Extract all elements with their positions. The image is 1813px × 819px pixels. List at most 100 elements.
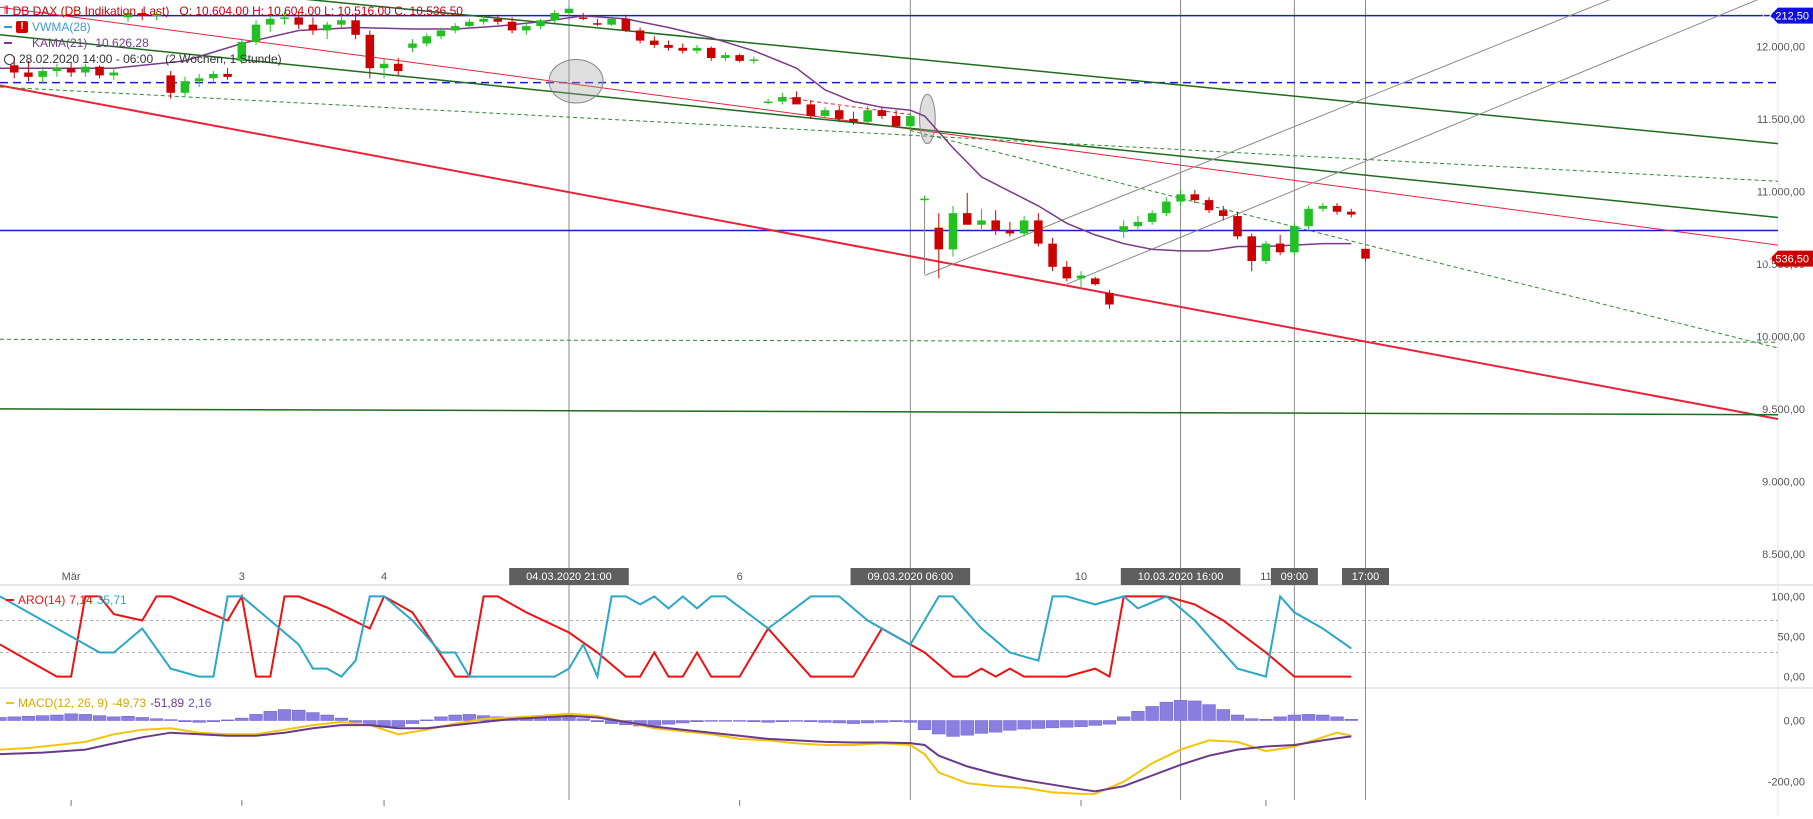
candle-body-6 [95, 66, 104, 76]
candle-body-57 [820, 110, 830, 116]
macd-hist-bar-6 [78, 714, 92, 721]
candle-body-86 [1233, 216, 1242, 237]
candle-body-36 [522, 26, 531, 31]
legend-range-label: (2 Wochen, 1 Stunde) [165, 52, 282, 66]
macd-hist-bar-67 [946, 720, 960, 737]
candle-body-39 [564, 8, 574, 14]
macd-hist-bar-13 [178, 720, 192, 722]
macd-hist-bar-24 [334, 717, 349, 721]
legend-ohlc: O: 10.604,00 H: 10.604,00 L: 10.516,00 C… [179, 4, 463, 18]
candle-body-52 [749, 59, 759, 61]
macd-hist-bar-83 [1173, 700, 1188, 721]
main-legend: ⫴ DB DAX (DB Indikation, Last) O: 10.604… [4, 3, 463, 67]
x-tick-label-3: 6 [737, 571, 743, 583]
macd-y-ticks: 0,00 -200,00 [1768, 716, 1805, 789]
candle-body-35 [507, 21, 517, 31]
candle-body-63 [906, 116, 915, 127]
candle-body-12 [180, 81, 190, 93]
candle-body-5 [81, 66, 90, 73]
macd-hist-bar-12 [164, 719, 178, 721]
candle-body-50 [721, 55, 730, 58]
macd-hist-bar-49 [690, 720, 704, 722]
trend-line-11 [782, 96, 911, 116]
candle-body-33 [479, 18, 488, 22]
macd-hist-bar-64 [903, 720, 917, 723]
macd-hist-bar-0 [0, 717, 7, 721]
marker-vertical-lines [568, 0, 1367, 800]
macd-hist-bar-76 [1074, 720, 1088, 727]
macd-hist-bar-42 [590, 720, 605, 722]
candle-body-73 [1048, 243, 1057, 267]
macd-hist-bar-75 [1060, 720, 1074, 728]
macd-hist-bar-53 [747, 720, 761, 722]
aroon-series-1 [0, 594, 1352, 681]
aroon-tick-label-2: 0,00 [1784, 672, 1805, 684]
marker-label-3: 09:00 [1281, 571, 1309, 583]
candle-body-65 [934, 227, 944, 250]
macd-hist-bar-90 [1273, 716, 1287, 721]
candle-body-7 [109, 72, 119, 76]
macd-hist-bar-20 [277, 709, 292, 721]
candle-body-1 [24, 72, 33, 77]
chart-root: 12.000,0011.500,0011.000,0010.500,0010.0… [0, 0, 1813, 816]
candle-body-44 [635, 30, 645, 41]
macd-swatch [6, 702, 14, 704]
price-tick-label-6: 9.000,00 [1762, 476, 1805, 488]
macd-hist-bar-65 [917, 720, 932, 730]
candle-body-46 [664, 44, 673, 48]
macd-panel [0, 700, 1358, 795]
macd-hist-bar-7 [92, 715, 107, 721]
candle-body-14 [209, 73, 218, 79]
candle-body-92 [1318, 205, 1328, 209]
trend-line-9 [1066, 0, 1759, 285]
macd-legend: MACD(12, 26, 9) -49,73 -51,89 2,16 [6, 696, 211, 710]
marker-label-0: 04.03.2020 21:00 [526, 571, 612, 583]
candle-body-51 [735, 55, 744, 61]
candle-body-90 [1290, 226, 1299, 253]
candle-body-58 [834, 110, 844, 119]
macd-series-0 [0, 712, 1352, 795]
candle-icon: ⫴ [4, 5, 9, 17]
candle-body-38 [550, 13, 560, 21]
candle-body-54 [778, 97, 787, 102]
candle-body-70 [1005, 230, 1015, 234]
macd-hist-bar-69 [974, 720, 989, 734]
macd-hist-bar-1 [7, 716, 21, 721]
macd-hist-bar-57 [804, 720, 818, 722]
candle-body-11 [166, 75, 175, 93]
candle-body-2 [38, 71, 47, 77]
macd-hist-bar-63 [889, 720, 903, 722]
legend-vwma-row[interactable]: ! VWMA(28) [4, 19, 463, 35]
price-tick-label-2: 11.000,00 [1757, 186, 1805, 198]
macd-hist-bar-8 [107, 716, 121, 721]
candle-body-67 [962, 213, 972, 225]
candle-body-41 [593, 23, 602, 25]
macd-legend-v2: -51,89 [150, 696, 185, 710]
marker-labels: 04.03.2020 21:00 09.03.2020 06:00 10.03.20… [509, 568, 1390, 585]
candle-body-82 [1176, 194, 1185, 202]
macd-hist-bar-71 [1003, 720, 1017, 731]
macd-hist-bar-84 [1188, 700, 1202, 721]
marker-label-4: 17:00 [1352, 571, 1380, 583]
legend-kama-row[interactable]: KAMA(21) 10.626,28 [4, 35, 463, 51]
macd-hist-bar-70 [989, 720, 1003, 733]
macd-hist-bar-14 [192, 720, 206, 723]
candle-body-3 [52, 68, 62, 72]
candle-body-64 [920, 198, 929, 201]
candle-body-85 [1218, 210, 1228, 217]
macd-hist-bar-28 [391, 720, 405, 727]
candle-body-49 [706, 47, 716, 58]
macd-hist-bar-48 [676, 720, 690, 724]
candle-body-75 [1076, 275, 1086, 279]
vwma-swatch [4, 26, 12, 28]
aroon-panel: 100,00 50,00 0,00 [0, 591, 1805, 684]
macd-hist-bar-62 [875, 720, 889, 723]
warning-icon: ! [16, 21, 28, 33]
macd-hist-bar-30 [420, 719, 434, 721]
candle-body-45 [650, 40, 659, 45]
price-tick-label-7: 8.500,00 [1762, 549, 1805, 561]
candle-body-93 [1332, 205, 1342, 212]
macd-hist-bar-60 [846, 720, 861, 724]
macd-legend-label: MACD(12, 26, 9) [18, 696, 109, 710]
candle-body-66 [948, 213, 958, 250]
